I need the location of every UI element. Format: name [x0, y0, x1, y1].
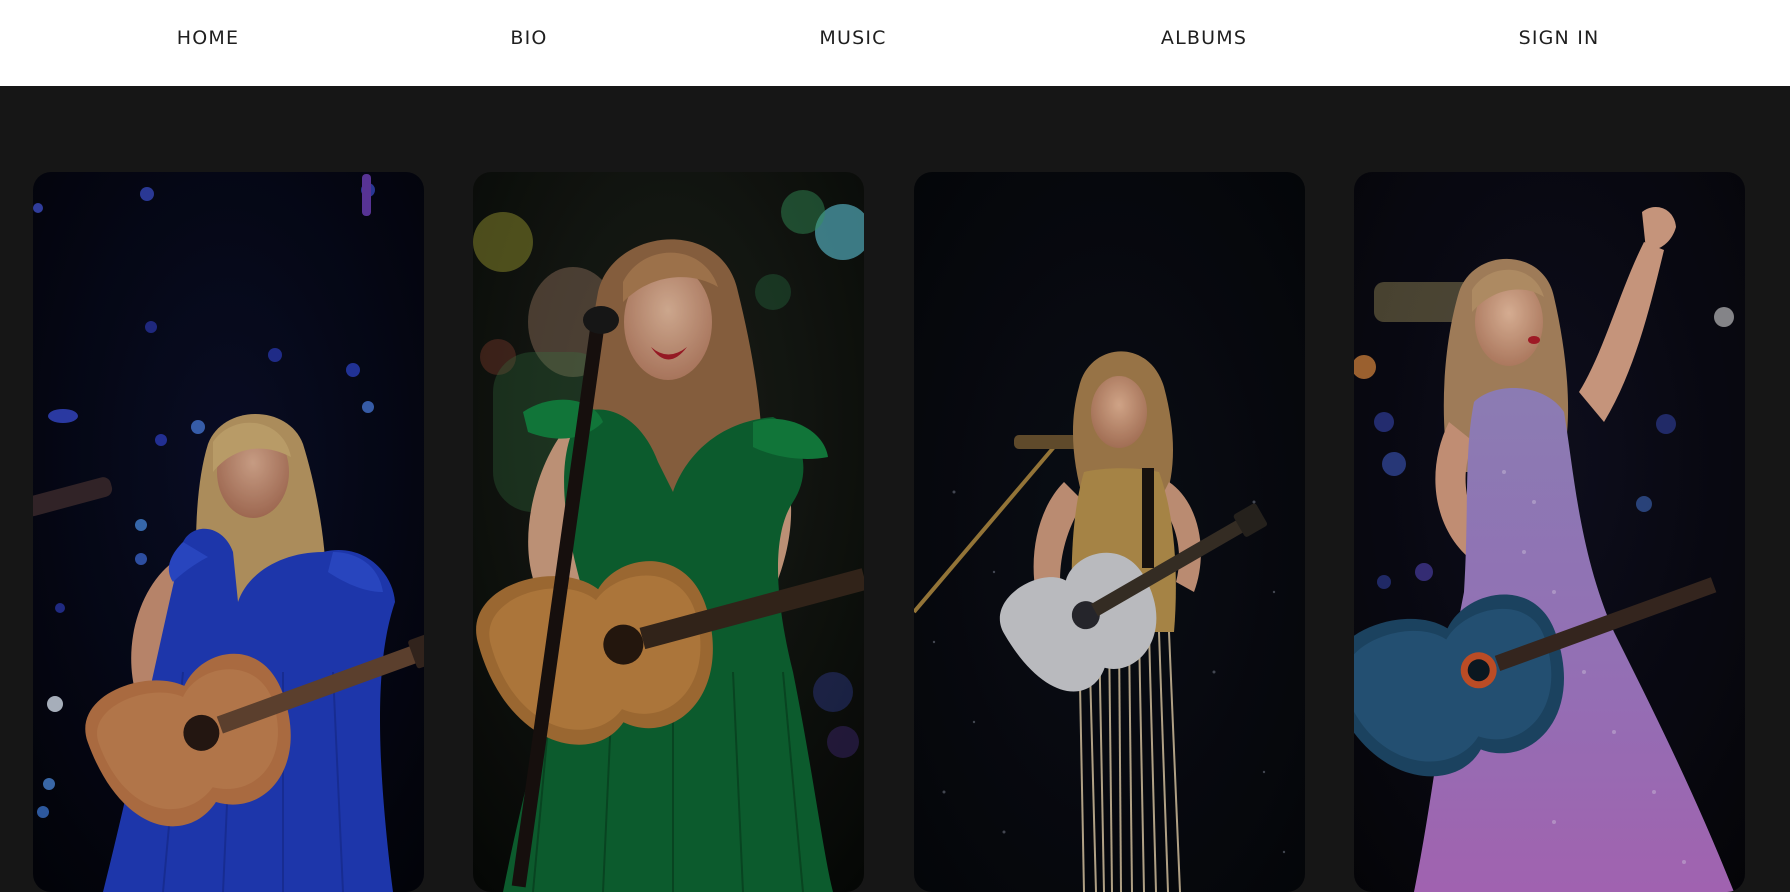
top-navbar: HOME BIO MUSIC ALBUMS SIGN IN [0, 0, 1790, 86]
nav-home-link[interactable]: HOME [177, 24, 239, 52]
photo-card-green-dress[interactable] [473, 172, 864, 892]
performer-photo [1354, 172, 1745, 892]
nav-music-link[interactable]: MUSIC [819, 24, 886, 52]
nav-albums-link[interactable]: ALBUMS [1161, 24, 1247, 52]
performer-photo [473, 172, 864, 892]
performer-photo [33, 172, 424, 892]
performer-photo [914, 172, 1305, 892]
photo-card-lavender-dress[interactable] [1354, 172, 1745, 892]
photo-card-gold-fringe[interactable] [914, 172, 1305, 892]
photo-card-blue-dress[interactable] [33, 172, 424, 892]
nav-sign-in-link[interactable]: SIGN IN [1519, 24, 1600, 52]
photo-gallery [0, 86, 1790, 892]
nav-bio-link[interactable]: BIO [510, 24, 547, 52]
